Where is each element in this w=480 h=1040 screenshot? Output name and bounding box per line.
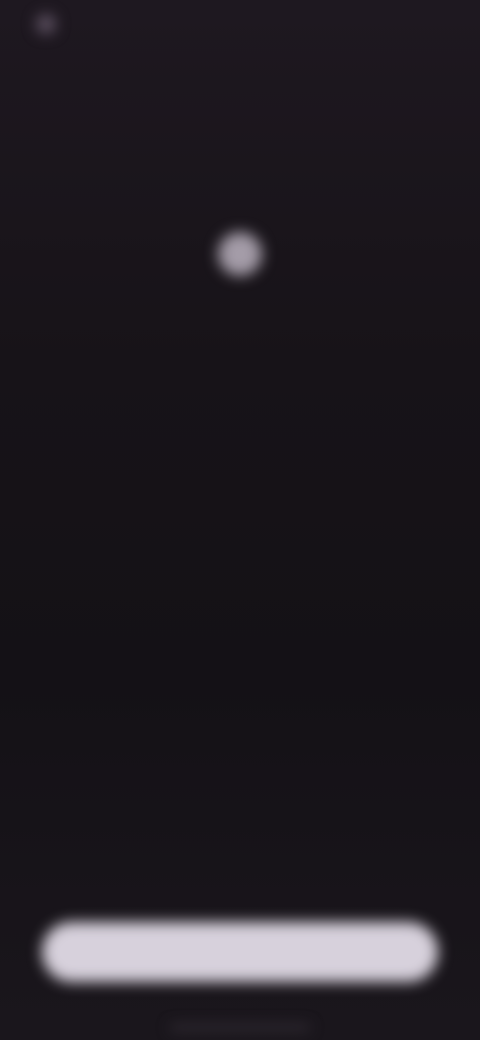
status-left xyxy=(36,14,70,34)
stats-row xyxy=(40,440,440,580)
app-logo-icon xyxy=(36,14,56,34)
stat-item[interactable] xyxy=(320,501,440,519)
stat-item[interactable] xyxy=(40,501,160,519)
home-indicator[interactable] xyxy=(170,1025,310,1030)
primary-button[interactable] xyxy=(42,922,438,982)
circle-icon xyxy=(218,232,262,276)
status-bar xyxy=(0,0,480,52)
blurred-content xyxy=(0,0,480,1040)
stat-item[interactable] xyxy=(180,501,300,519)
app-screen xyxy=(0,0,480,1040)
